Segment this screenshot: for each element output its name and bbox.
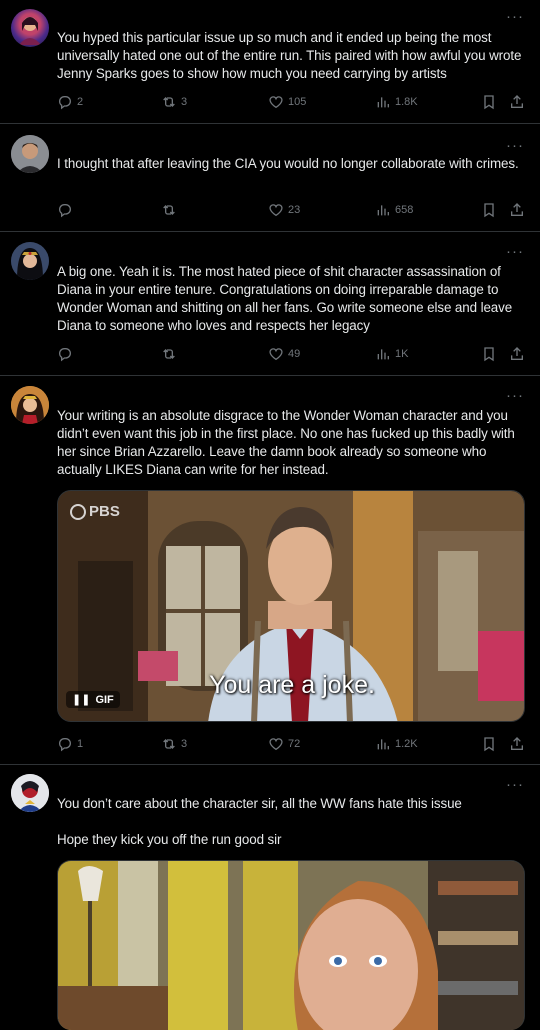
views-button[interactable]: 658 [375, 202, 413, 218]
views-button[interactable]: 1K [375, 346, 408, 362]
avatar[interactable] [11, 774, 49, 812]
tweet-text: A big one. Yeah it is. The most hated pi… [57, 264, 516, 333]
share-icon [511, 203, 523, 216]
share-icon [511, 347, 523, 360]
more-options-icon[interactable]: ··· [506, 138, 524, 153]
like-count: 72 [288, 738, 301, 750]
heart-icon [269, 738, 283, 751]
reply-icon [59, 204, 71, 218]
share-button[interactable] [509, 346, 525, 362]
tweet: ··· You don’t care about the character s… [0, 765, 540, 1030]
reply-icon [59, 738, 71, 752]
share-icon [511, 737, 523, 750]
bookmark-icon [484, 737, 494, 752]
repost-icon [163, 97, 175, 107]
repost-icon [163, 349, 175, 359]
view-count: 658 [395, 204, 414, 216]
tweet: ··· You hyped this particular issue up s… [0, 0, 540, 124]
bookmark-icon [484, 347, 494, 362]
tweet: ··· A big one. Yeah it is. The most hate… [0, 232, 540, 376]
avatar[interactable] [11, 135, 49, 173]
pbs-watermark: PBS [89, 503, 120, 520]
heart-icon [269, 96, 283, 109]
like-button[interactable]: 49 [268, 346, 300, 362]
repost-button[interactable]: 3 [161, 736, 187, 752]
like-count: 49 [288, 348, 301, 360]
views-button[interactable]: 1.8K [375, 94, 418, 110]
share-button[interactable] [509, 94, 525, 110]
tweet-text: You don’t care about the character sir, … [57, 796, 462, 847]
like-button[interactable]: 23 [268, 202, 300, 218]
repost-button[interactable] [161, 346, 181, 362]
avatar[interactable] [11, 386, 49, 424]
pbs-logo-icon [70, 503, 86, 520]
heart-icon [269, 348, 283, 361]
gif-media[interactable] [57, 860, 525, 1030]
tweet-text: Your writing is an absolute disgrace to … [57, 408, 519, 477]
bookmark-button[interactable] [481, 346, 497, 362]
tweet-actions: 1 3 72 1.2K [57, 736, 527, 754]
reply-icon [59, 96, 71, 110]
like-button[interactable]: 105 [268, 94, 306, 110]
analytics-icon [377, 739, 389, 750]
more-options-icon[interactable]: ··· [506, 777, 524, 792]
gif-frame-illustration [58, 861, 524, 1030]
view-count: 1K [395, 348, 409, 360]
gif-badge: GIF [95, 693, 114, 706]
more-options-icon[interactable]: ··· [506, 388, 524, 403]
reply-button[interactable] [57, 202, 77, 218]
like-count: 105 [288, 96, 307, 108]
gif-media[interactable]: PBS You are a joke. ❚❚ GIF [57, 490, 525, 722]
reply-button[interactable]: 2 [57, 94, 83, 110]
pbs-logo: PBS [70, 503, 120, 520]
analytics-icon [377, 97, 389, 108]
tweet-text: You hyped this particular issue up so mu… [57, 30, 525, 81]
repost-button[interactable]: 3 [161, 94, 187, 110]
reply-count: 1 [77, 738, 84, 750]
tweet-actions: 23 658 [57, 202, 527, 220]
tweet-text: I thought that after leaving the CIA you… [57, 156, 519, 171]
more-options-icon[interactable]: ··· [506, 244, 524, 259]
repost-icon [163, 739, 175, 749]
like-count: 23 [288, 204, 301, 216]
gif-controls: ❚❚ GIF [66, 691, 120, 708]
reply-button[interactable] [57, 346, 77, 362]
heart-icon [269, 204, 283, 217]
repost-count: 3 [181, 738, 188, 750]
pause-icon[interactable]: ❚❚ [72, 693, 90, 706]
analytics-icon [377, 205, 389, 216]
views-button[interactable]: 1.2K [375, 736, 418, 752]
avatar[interactable] [11, 242, 49, 280]
gif-caption: You are a joke. [209, 671, 375, 699]
bookmark-button[interactable] [481, 736, 497, 752]
more-options-icon[interactable]: ··· [506, 9, 524, 24]
repost-count: 3 [181, 96, 188, 108]
like-button[interactable]: 72 [268, 736, 300, 752]
bookmark-button[interactable] [481, 202, 497, 218]
view-count: 1.8K [395, 96, 418, 108]
tweet: ··· Your writing is an absolute disgrace… [0, 376, 540, 765]
tweet: ··· I thought that after leaving the CIA… [0, 124, 540, 232]
tweet-actions: 49 1K [57, 346, 527, 364]
avatar[interactable] [11, 9, 49, 47]
repost-button[interactable] [161, 202, 181, 218]
share-button[interactable] [509, 736, 525, 752]
bookmark-icon [484, 95, 494, 110]
analytics-icon [377, 349, 389, 360]
share-icon [511, 95, 523, 108]
reply-count: 2 [77, 96, 84, 108]
view-count: 1.2K [395, 738, 418, 750]
tweet-actions: 2 3 105 1.8K [57, 94, 527, 112]
reply-button[interactable]: 1 [57, 736, 83, 752]
bookmark-icon [484, 203, 494, 218]
bookmark-button[interactable] [481, 94, 497, 110]
reply-icon [59, 348, 71, 362]
repost-icon [163, 205, 175, 215]
share-button[interactable] [509, 202, 525, 218]
